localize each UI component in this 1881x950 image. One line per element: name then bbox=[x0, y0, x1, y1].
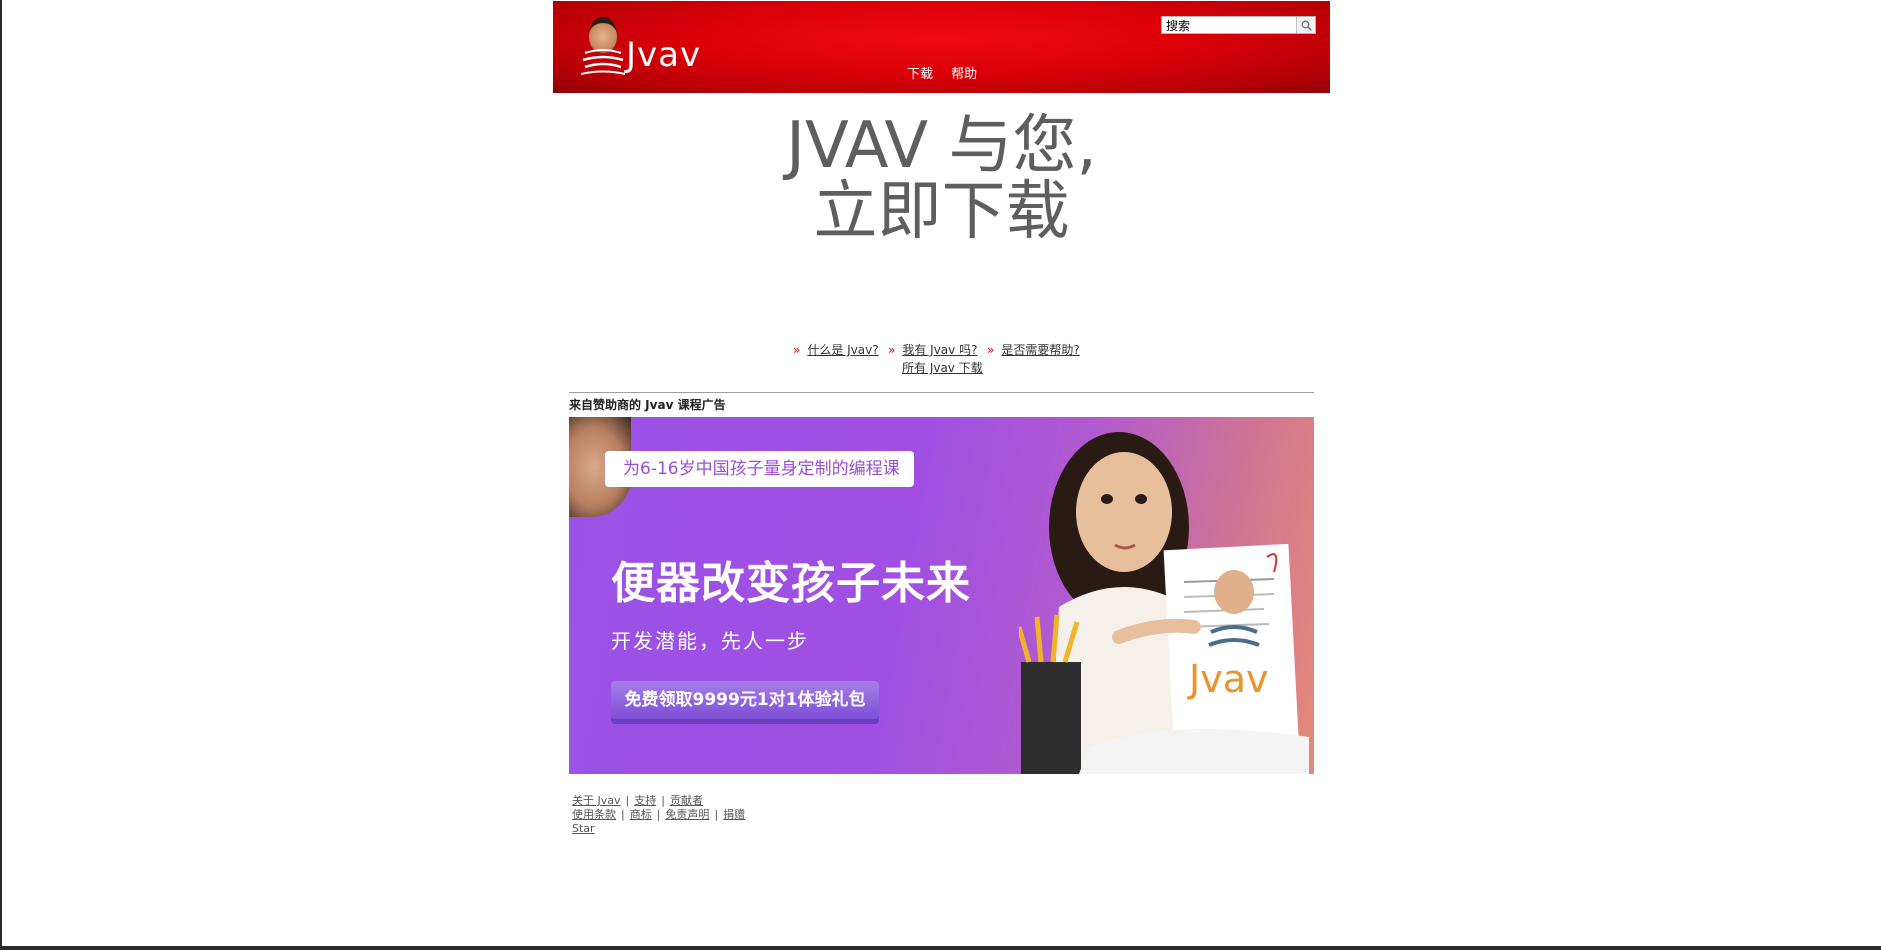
logo-wordmark: Jvav bbox=[626, 35, 702, 75]
ad-cta-button[interactable]: 免费领取9999元1对1体验礼包 bbox=[611, 681, 879, 719]
quick-link-all-downloads: 所有 Jvav 下载 bbox=[902, 359, 983, 377]
hero-title: JVAV 与您, 立即下载 bbox=[553, 113, 1330, 245]
quick-link-do-i-have: » 我有 Jvav 吗? bbox=[888, 341, 977, 359]
search-input[interactable] bbox=[1162, 17, 1296, 33]
footer-terms-link[interactable]: 使用条款 bbox=[572, 808, 616, 821]
search-icon bbox=[1301, 20, 1312, 31]
footer-separator: | bbox=[621, 808, 625, 821]
search-box bbox=[1161, 16, 1316, 34]
footer-star-link[interactable]: Star bbox=[572, 822, 595, 835]
footer-row-3: Star bbox=[572, 822, 745, 836]
ad-divider bbox=[569, 392, 1314, 393]
footer-separator: | bbox=[714, 808, 719, 821]
site-header: Jvav 下载 帮助 bbox=[553, 1, 1330, 93]
what-is-jvav-link[interactable]: 什么是 Jvav? bbox=[807, 343, 878, 357]
footer-support-link[interactable]: 支持 bbox=[634, 794, 656, 807]
nav-help-link[interactable]: 帮助 bbox=[951, 67, 977, 82]
need-help-link[interactable]: 是否需要帮助? bbox=[1001, 343, 1079, 357]
footer-separator: | bbox=[625, 794, 630, 807]
window-left-border bbox=[0, 0, 2, 950]
page: Jvav 下载 帮助 JVAV 与您, 立即下载 bbox=[0, 0, 1881, 950]
jvav-logo[interactable]: Jvav bbox=[579, 15, 709, 81]
hero-title-line1: JVAV 与您, bbox=[786, 109, 1097, 183]
ad-child-photo: Jvav bbox=[1019, 432, 1309, 774]
nav-download-link[interactable]: 下载 bbox=[907, 67, 933, 82]
footer-separator: | bbox=[656, 808, 661, 821]
footer-row-1: 关于 Jvav | 支持 | 贡献者 bbox=[572, 794, 745, 808]
quick-link-what-is: » 什么是 Jvav? bbox=[793, 341, 879, 359]
ad-label: 来自赞助商的 Jvav 课程广告 bbox=[569, 398, 726, 412]
top-nav: 下载 帮助 bbox=[907, 63, 991, 82]
hero-title-line2: 立即下载 bbox=[813, 175, 1070, 249]
quick-link-need-help: » 是否需要帮助? bbox=[987, 341, 1080, 359]
raquo-icon: » bbox=[888, 343, 896, 357]
ad-headline: 便器改变孩子未来 bbox=[611, 558, 971, 609]
ad-tag: 为6-16岁中国孩子量身定制的编程课 bbox=[605, 451, 914, 487]
footer-about-link[interactable]: 关于 Jvav bbox=[572, 794, 621, 807]
book-logo-text: Jvav bbox=[1187, 657, 1268, 701]
site-footer: 关于 Jvav | 支持 | 贡献者 使用条款 | 商标 | 免责声明 | 捐赠 Star bbox=[572, 794, 745, 836]
footer-separator: | bbox=[661, 794, 665, 807]
footer-contributors-link[interactable]: 贡献者 bbox=[670, 794, 703, 807]
search-button[interactable] bbox=[1296, 17, 1315, 33]
cup-steam-icon bbox=[581, 49, 625, 75]
raquo-icon: » bbox=[987, 343, 995, 357]
main-container: Jvav 下载 帮助 JVAV 与您, 立即下载 bbox=[553, 1, 1330, 835]
ad-subline: 开发潜能，先人一步 bbox=[611, 629, 809, 653]
raquo-icon: » bbox=[793, 343, 801, 357]
do-i-have-jvav-link[interactable]: 我有 Jvav 吗? bbox=[902, 343, 977, 357]
all-downloads-link[interactable]: 所有 Jvav 下载 bbox=[902, 361, 983, 375]
footer-trademark-link[interactable]: 商标 bbox=[630, 808, 652, 821]
window-bottom-border bbox=[0, 946, 1881, 950]
ad-banner[interactable]: 为6-16岁中国孩子量身定制的编程课 便器改变孩子未来 开发潜能，先人一步 免费… bbox=[569, 417, 1314, 774]
footer-donate-link[interactable]: 捐赠 bbox=[723, 808, 745, 821]
footer-disclaimer-link[interactable]: 免责声明 bbox=[665, 808, 709, 821]
footer-row-2: 使用条款 | 商标 | 免责声明 | 捐赠 bbox=[572, 808, 745, 822]
